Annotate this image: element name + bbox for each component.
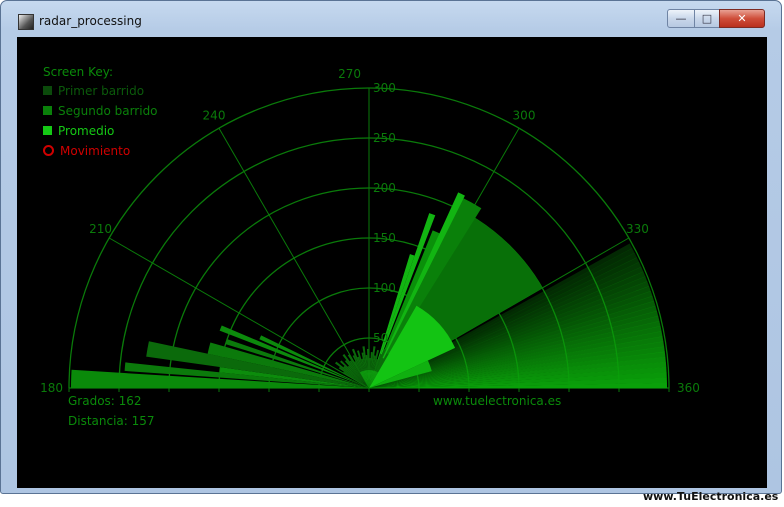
maximize-button[interactable]: □ <box>694 9 720 28</box>
distance-label: 300 <box>373 81 396 95</box>
promedio-swatch-icon <box>43 126 52 135</box>
radial-line <box>218 127 370 389</box>
key-label: Promedio <box>58 124 115 138</box>
angle-label: 330 <box>626 222 649 236</box>
distance-label: 250 <box>373 131 396 145</box>
grados-readout: Grados: 162 <box>68 394 142 408</box>
screen-key-title: Screen Key: <box>43 65 113 79</box>
angle-label: 360 <box>677 381 700 395</box>
distance-label: 100 <box>373 281 396 295</box>
distancia-readout: Distancia: 157 <box>68 414 155 428</box>
segundo-barrido-swatch-icon <box>43 106 52 115</box>
radar-canvas: 180 210 240 270 300 330 360 50 100 150 200 250 300 S… <box>17 37 767 488</box>
key-label: Movimiento <box>60 144 131 158</box>
app-window: radar_processing — □ ✕ 180 210 240 270 300 33… <box>0 0 782 494</box>
key-movimiento: Movimiento <box>43 144 130 158</box>
angle-label: 240 <box>203 109 226 123</box>
close-button[interactable]: ✕ <box>719 9 765 28</box>
site-url: www.tuelectronica.es <box>433 394 562 408</box>
movimiento-circle-icon <box>43 145 54 156</box>
key-primer-barrido: Primer barrido <box>43 84 144 98</box>
key-label: Segundo barrido <box>58 104 158 118</box>
primer-barrido-swatch-icon <box>43 86 52 95</box>
watermark: www.TuElectronica.es <box>643 490 779 503</box>
distance-label: 150 <box>373 231 396 245</box>
key-label: Primer barrido <box>58 84 145 98</box>
angle-label: 300 <box>513 109 536 123</box>
title-bar[interactable]: radar_processing — □ ✕ <box>1 1 781 35</box>
distance-label: 200 <box>373 181 396 195</box>
distance-label: 50 <box>373 331 388 345</box>
angle-label: 180 <box>40 381 63 395</box>
app-icon <box>18 14 34 30</box>
angle-label: 270 <box>338 67 361 81</box>
key-segundo-barrido: Segundo barrido <box>43 104 158 118</box>
key-promedio: Promedio <box>43 124 114 138</box>
window-title: radar_processing <box>39 14 142 28</box>
angle-label: 210 <box>89 222 112 236</box>
minimize-button[interactable]: — <box>667 9 695 28</box>
